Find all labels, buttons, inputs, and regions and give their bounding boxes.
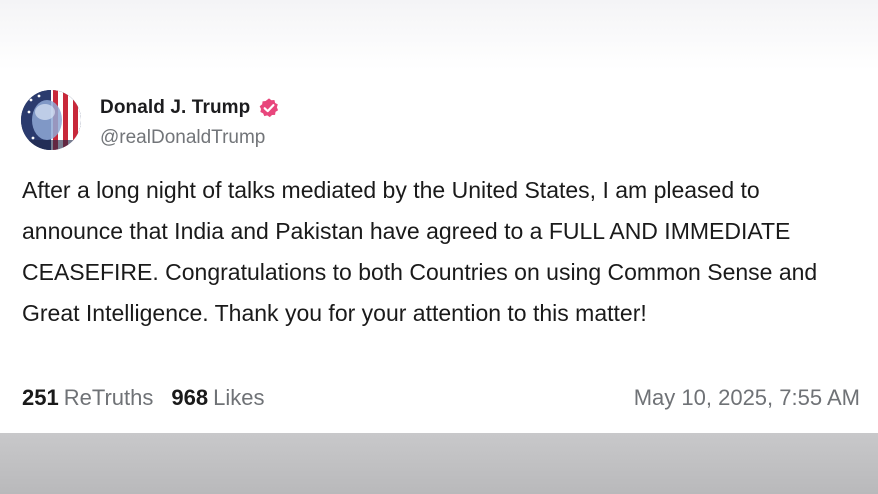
author-display-name[interactable]: Donald J. Trump	[100, 97, 250, 119]
verified-badge-icon	[260, 98, 279, 118]
post-card: Donald J. Trump @realDonaldTrump After a…	[0, 70, 878, 433]
post-timestamp[interactable]: May 10, 2025, 7:55 AM	[634, 385, 860, 411]
avatar[interactable]	[21, 90, 81, 150]
retruths-label[interactable]: ReTruths	[64, 385, 154, 411]
likes-count[interactable]: 968	[171, 385, 208, 411]
post-stats: 251 ReTruths 968 Likes	[22, 385, 264, 411]
flag-avatar-image	[21, 90, 81, 150]
author-handle[interactable]: @realDonaldTrump	[100, 127, 265, 149]
post-body-text: After a long night of talks mediated by …	[22, 177, 818, 326]
author-name-row: Donald J. Trump	[100, 96, 280, 120]
bottom-band	[0, 433, 878, 494]
likes-label[interactable]: Likes	[213, 385, 264, 411]
top-fade	[0, 0, 878, 70]
retruths-count[interactable]: 251	[22, 385, 59, 411]
